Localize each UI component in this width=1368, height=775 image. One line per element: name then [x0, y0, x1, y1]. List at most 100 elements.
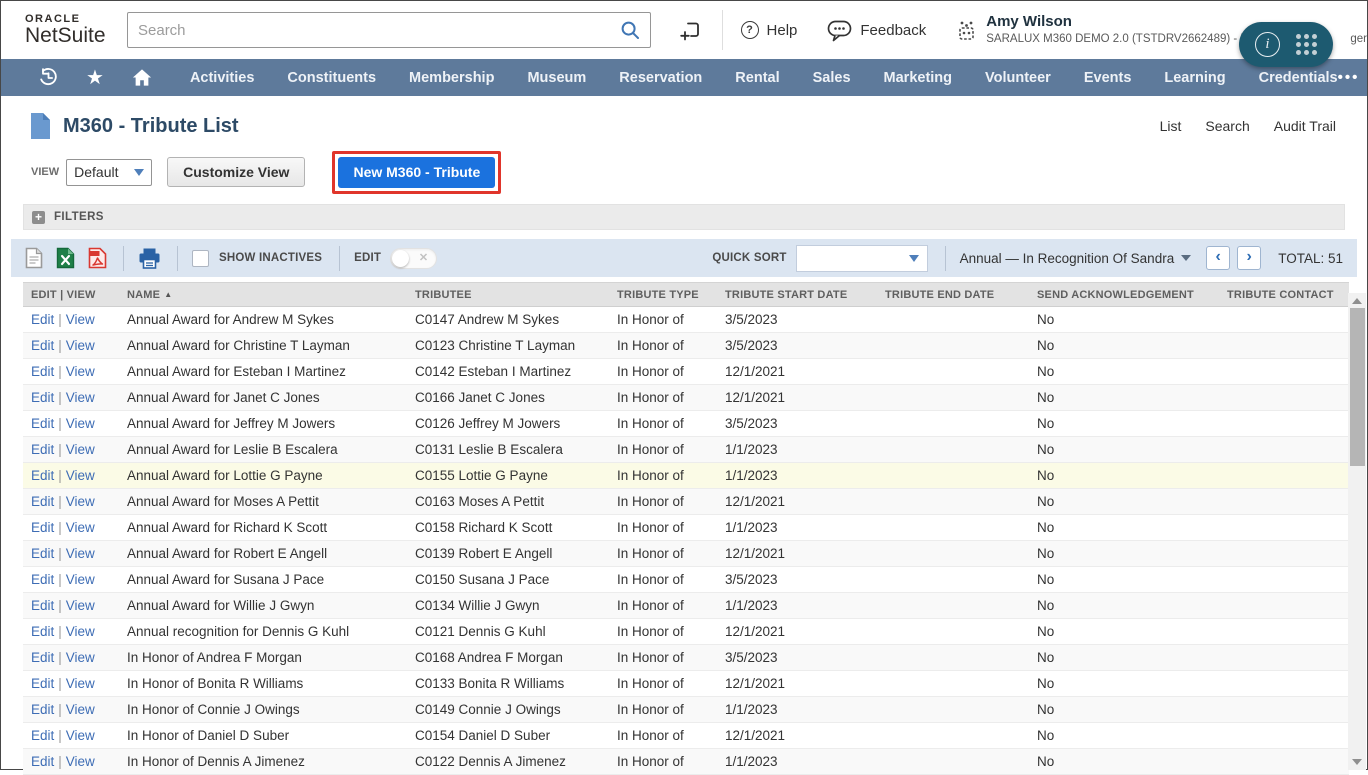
view-link[interactable]: View: [66, 650, 95, 665]
view-link[interactable]: View: [66, 338, 95, 353]
nav-item-marketing[interactable]: Marketing: [884, 70, 953, 86]
edit-link[interactable]: Edit: [31, 572, 54, 587]
view-link[interactable]: View: [66, 598, 95, 613]
edit-link[interactable]: Edit: [31, 546, 54, 561]
apps-grid-icon[interactable]: [1296, 34, 1317, 55]
edit-link[interactable]: Edit: [31, 676, 54, 691]
table-row: Edit|ViewIn Honor of Bonita R WilliamsC0…: [23, 671, 1349, 697]
shortcuts-star-icon[interactable]: ★: [86, 68, 104, 88]
nav-item-credentials[interactable]: Credentials: [1259, 70, 1338, 86]
nav-item-sales[interactable]: Sales: [813, 70, 851, 86]
scroll-down-arrow[interactable]: [1352, 759, 1362, 765]
edit-link[interactable]: Edit: [31, 442, 54, 457]
cell-ack: No: [1029, 411, 1219, 437]
export-csv-icon[interactable]: [25, 247, 43, 269]
edit-link[interactable]: Edit: [31, 728, 54, 743]
view-link[interactable]: View: [66, 312, 95, 327]
view-link[interactable]: View: [66, 364, 95, 379]
recents-clock-icon[interactable]: [39, 68, 58, 87]
vertical-scrollbar[interactable]: [1348, 293, 1366, 770]
column-header-tribute-type[interactable]: TRIBUTE TYPE: [609, 283, 717, 307]
prev-page-button[interactable]: ‹: [1206, 246, 1230, 270]
nav-item-volunteer[interactable]: Volunteer: [985, 70, 1051, 86]
page-range-select[interactable]: Annual — In Recognition Of Sandra: [960, 251, 1192, 266]
column-header-tribute-contact[interactable]: TRIBUTE CONTACT: [1219, 283, 1349, 307]
edit-link[interactable]: Edit: [31, 598, 54, 613]
cell-ack: No: [1029, 437, 1219, 463]
view-link[interactable]: View: [66, 468, 95, 483]
search-input[interactable]: [138, 22, 620, 39]
cell-type: In Honor of: [609, 333, 717, 359]
cell-name: Annual Award for Leslie B Escalera: [119, 437, 407, 463]
column-header-tribute-start-date[interactable]: TRIBUTE START DATE: [717, 283, 877, 307]
export-excel-icon[interactable]: [56, 247, 75, 269]
view-link[interactable]: View: [66, 702, 95, 717]
edit-link[interactable]: Edit: [31, 624, 54, 639]
search-icon[interactable]: [620, 20, 640, 40]
column-header-tributee[interactable]: TRIBUTEE: [407, 283, 609, 307]
nav-item-museum[interactable]: Museum: [527, 70, 586, 86]
view-link[interactable]: View: [66, 494, 95, 509]
nav-item-activities[interactable]: Activities: [190, 70, 254, 86]
nav-item-rental[interactable]: Rental: [735, 70, 779, 86]
netsuite-logo[interactable]: ORACLE NetSuite: [25, 13, 121, 48]
cell-tributee: C0122 Dennis A Jimenez: [407, 749, 609, 775]
page-link-search[interactable]: Search: [1205, 118, 1249, 134]
edit-toggle[interactable]: ✕: [390, 248, 437, 269]
edit-link[interactable]: Edit: [31, 364, 54, 379]
edit-link[interactable]: Edit: [31, 468, 54, 483]
nav-item-learning[interactable]: Learning: [1164, 70, 1225, 86]
help-menu[interactable]: ? Help: [741, 21, 798, 39]
scrollbar-thumb[interactable]: [1350, 308, 1365, 466]
nav-item-events[interactable]: Events: [1084, 70, 1132, 86]
nav-more-button[interactable]: •••: [1338, 69, 1360, 86]
view-link[interactable]: View: [66, 676, 95, 691]
column-header-send-acknowledgement[interactable]: SEND ACKNOWLEDGEMENT: [1029, 283, 1219, 307]
netsuite-logo-text: NetSuite: [25, 24, 121, 48]
view-link[interactable]: View: [66, 442, 95, 457]
column-header-name[interactable]: NAME▲: [119, 283, 407, 307]
show-inactives-checkbox[interactable]: [192, 250, 209, 267]
view-link[interactable]: View: [66, 390, 95, 405]
feedback-bubble-icon: [827, 19, 852, 42]
next-page-button[interactable]: ›: [1237, 246, 1261, 270]
view-link[interactable]: View: [66, 754, 95, 769]
nav-item-constituents[interactable]: Constituents: [287, 70, 376, 86]
filters-bar[interactable]: + FILTERS: [23, 204, 1345, 230]
quick-sort-select[interactable]: [796, 245, 928, 272]
edit-link[interactable]: Edit: [31, 754, 54, 769]
edit-link[interactable]: Edit: [31, 390, 54, 405]
view-link[interactable]: View: [66, 546, 95, 561]
edit-link[interactable]: Edit: [31, 650, 54, 665]
page-link-audit-trail[interactable]: Audit Trail: [1274, 118, 1336, 134]
export-pdf-icon[interactable]: [88, 247, 107, 269]
view-select[interactable]: Default: [66, 159, 152, 186]
quick-add-icon[interactable]: [679, 19, 702, 42]
cell-type: In Honor of: [609, 515, 717, 541]
nav-item-reservation[interactable]: Reservation: [619, 70, 702, 86]
edit-link[interactable]: Edit: [31, 520, 54, 535]
view-link[interactable]: View: [66, 728, 95, 743]
nav-item-membership[interactable]: Membership: [409, 70, 494, 86]
feedback-menu[interactable]: Feedback: [827, 19, 926, 42]
view-link[interactable]: View: [66, 624, 95, 639]
new-tribute-button[interactable]: New M360 - Tribute: [338, 157, 495, 188]
view-link[interactable]: View: [66, 416, 95, 431]
home-icon[interactable]: [132, 68, 152, 87]
info-icon[interactable]: i: [1255, 32, 1280, 57]
scroll-up-arrow[interactable]: [1352, 298, 1362, 304]
customize-view-button[interactable]: Customize View: [167, 157, 305, 187]
column-header-tribute-end-date[interactable]: TRIBUTE END DATE: [877, 283, 1029, 307]
assistant-overlay-pill[interactable]: i: [1239, 22, 1333, 67]
view-link[interactable]: View: [66, 572, 95, 587]
edit-link[interactable]: Edit: [31, 494, 54, 509]
expand-filters-icon[interactable]: +: [32, 211, 45, 224]
global-search[interactable]: [127, 12, 651, 48]
print-icon[interactable]: [138, 248, 161, 269]
edit-link[interactable]: Edit: [31, 338, 54, 353]
edit-link[interactable]: Edit: [31, 312, 54, 327]
page-link-list[interactable]: List: [1160, 118, 1182, 134]
view-link[interactable]: View: [66, 520, 95, 535]
edit-link[interactable]: Edit: [31, 702, 54, 717]
edit-link[interactable]: Edit: [31, 416, 54, 431]
